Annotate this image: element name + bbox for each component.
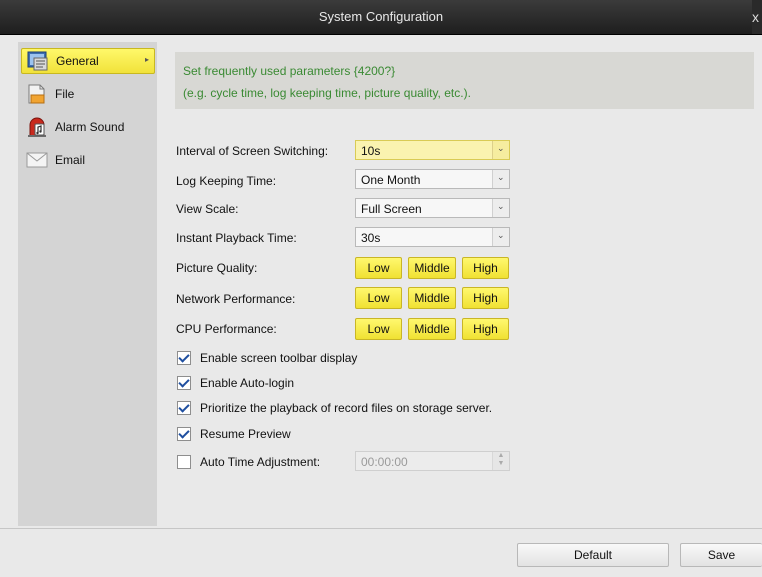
auto-login-label: Enable Auto-login (200, 376, 295, 390)
resume-preview-label: Resume Preview (200, 427, 291, 441)
cpu-performance-low-button[interactable]: Low (355, 318, 402, 340)
log-keeping-select[interactable]: One Month ⌄ (355, 169, 510, 189)
toolbar-display-label: Enable screen toolbar display (200, 351, 358, 365)
cpu-performance-middle-button[interactable]: Middle (408, 318, 456, 340)
sidebar: General ▸ File Alarm Sound Email (18, 42, 157, 526)
screen-switching-select[interactable]: 10s ⌄ (355, 140, 510, 160)
picture-quality-high-button[interactable]: High (462, 257, 509, 279)
prioritize-playback-checkbox[interactable] (177, 401, 191, 415)
footer-divider (0, 528, 762, 529)
screen-switching-value: 10s (361, 144, 381, 158)
auto-login-checkbox[interactable] (177, 376, 191, 390)
playback-time-select[interactable]: 30s ⌄ (355, 227, 510, 247)
playback-time-value: 30s (361, 231, 381, 245)
log-keeping-value: One Month (361, 173, 421, 187)
chevron-right-icon: ▸ (144, 55, 149, 64)
screen-switching-label: Interval of Screen Switching: (176, 144, 329, 158)
sidebar-item-label: Alarm Sound (55, 120, 125, 134)
toolbar-display-checkbox[interactable] (177, 351, 191, 365)
info-line-2: (e.g. cycle time, log keeping time, pict… (183, 86, 471, 100)
save-button[interactable]: Save (680, 543, 762, 567)
network-performance-high-button[interactable]: High (462, 287, 509, 309)
info-box: Set frequently used parameters {4200?} (… (175, 52, 754, 109)
log-keeping-label: Log Keeping Time: (176, 174, 277, 188)
network-performance-label: Network Performance: (176, 292, 296, 306)
network-performance-middle-button[interactable]: Middle (408, 287, 456, 309)
info-line-1: Set frequently used parameters {4200?} (183, 64, 396, 78)
view-scale-select[interactable]: Full Screen ⌄ (355, 198, 510, 218)
checkmark-icon (178, 376, 190, 388)
sidebar-item-email[interactable]: Email (21, 147, 155, 173)
chevron-down-icon[interactable]: ⌄ (492, 228, 509, 246)
sidebar-item-alarm-sound[interactable]: Alarm Sound (21, 114, 155, 140)
picture-quality-low-button[interactable]: Low (355, 257, 402, 279)
close-icon[interactable]: x (752, 0, 762, 34)
sidebar-item-general[interactable]: General ▸ (21, 48, 155, 74)
picture-quality-middle-button[interactable]: Middle (408, 257, 456, 279)
sidebar-item-label: General (56, 54, 99, 68)
time-spinner-icon[interactable]: ▲ ▼ (492, 452, 509, 470)
sidebar-item-file[interactable]: File (21, 81, 155, 107)
resume-preview-checkbox[interactable] (177, 427, 191, 441)
chevron-down-icon[interactable]: ⌄ (492, 141, 509, 159)
sidebar-item-label: File (55, 87, 75, 101)
chevron-down-icon[interactable]: ⌄ (492, 199, 509, 217)
checkmark-icon (178, 427, 190, 439)
email-icon (26, 149, 48, 171)
checkmark-icon (178, 401, 190, 413)
view-scale-label: View Scale: (176, 202, 239, 216)
auto-time-checkbox[interactable] (177, 455, 191, 469)
general-settings-icon (27, 50, 49, 72)
chevron-down-icon[interactable]: ⌄ (492, 170, 509, 188)
auto-time-label: Auto Time Adjustment: (200, 455, 321, 469)
file-icon (26, 83, 48, 105)
network-performance-low-button[interactable]: Low (355, 287, 402, 309)
picture-quality-label: Picture Quality: (176, 261, 258, 275)
cpu-performance-high-button[interactable]: High (462, 318, 509, 340)
title-bar: System Configuration x (0, 0, 762, 35)
auto-time-input[interactable]: 00:00:00 ▲ ▼ (355, 451, 510, 471)
alarm-sound-icon (26, 116, 48, 138)
default-button[interactable]: Default (517, 543, 669, 567)
window-title: System Configuration (318, 9, 444, 24)
playback-time-label: Instant Playback Time: (176, 231, 297, 245)
cpu-performance-label: CPU Performance: (176, 322, 277, 336)
prioritize-playback-label: Prioritize the playback of record files … (200, 401, 493, 415)
view-scale-value: Full Screen (361, 202, 422, 216)
auto-time-value: 00:00:00 (361, 455, 408, 469)
sidebar-item-label: Email (55, 153, 86, 167)
checkmark-icon (178, 351, 190, 363)
